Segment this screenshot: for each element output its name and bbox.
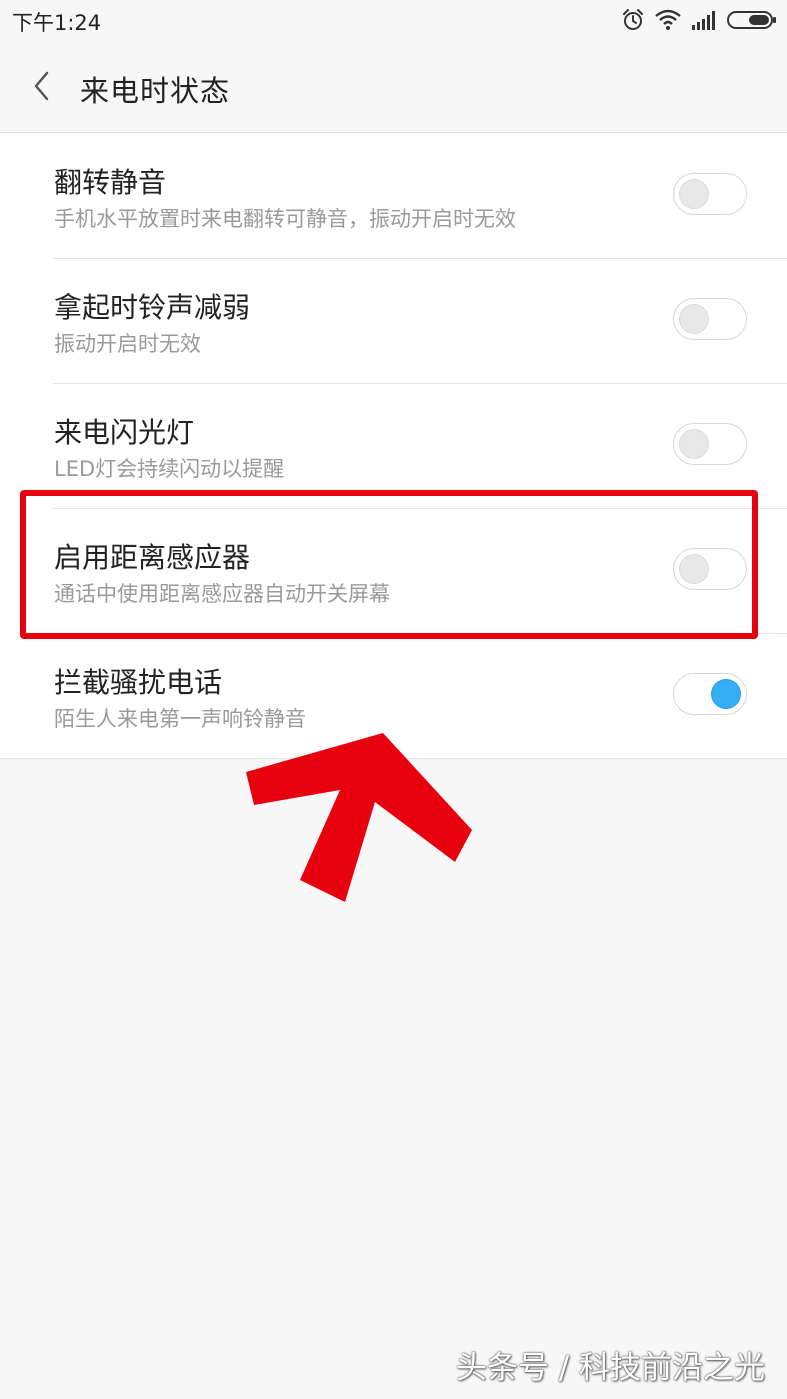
- highlight-box: [20, 490, 758, 639]
- setting-title: 拦截骚扰电话: [54, 666, 223, 699]
- flash-on-call-toggle[interactable]: [673, 423, 747, 465]
- status-icons: [621, 8, 777, 32]
- back-button[interactable]: [20, 66, 64, 110]
- status-bar: 下午1:24: [0, 0, 787, 40]
- watermark: 头条号 / 科技前沿之光: [455, 1350, 765, 1386]
- alarm-icon: [621, 8, 645, 32]
- toggle-knob: [679, 179, 709, 209]
- toggle-knob: [679, 304, 709, 334]
- setting-pickup-lower-ringtone[interactable]: 拿起时铃声减弱 振动开启时无效: [0, 258, 787, 383]
- setting-title: 来电闪光灯: [54, 416, 195, 449]
- settings-list: 翻转静音 手机水平放置时来电翻转可静音，振动开启时无效 拿起时铃声减弱 振动开启…: [0, 133, 787, 759]
- setting-title: 拿起时铃声减弱: [54, 291, 251, 324]
- wifi-icon: [655, 9, 681, 31]
- setting-subtitle: 陌生人来电第一声响铃静音: [54, 707, 306, 731]
- pickup-lower-ringtone-toggle[interactable]: [673, 298, 747, 340]
- status-time: 下午1:24: [12, 11, 102, 35]
- setting-subtitle: LED灯会持续闪动以提醒: [54, 457, 285, 481]
- setting-title: 翻转静音: [54, 166, 167, 199]
- toggle-knob: [711, 679, 741, 709]
- toggle-knob: [679, 429, 709, 459]
- setting-flip-to-mute[interactable]: 翻转静音 手机水平放置时来电翻转可静音，振动开启时无效: [0, 133, 787, 258]
- header: 来电时状态: [0, 40, 787, 133]
- chevron-left-icon: [32, 70, 52, 106]
- setting-subtitle: 振动开启时无效: [54, 332, 201, 356]
- flip-to-mute-toggle[interactable]: [673, 173, 747, 215]
- signal-icon: [691, 9, 717, 31]
- block-spam-calls-toggle[interactable]: [673, 673, 747, 715]
- red-arrow-icon: [240, 730, 480, 909]
- battery-icon: [727, 9, 777, 31]
- page-title: 来电时状态: [80, 74, 231, 108]
- setting-subtitle: 手机水平放置时来电翻转可静音，振动开启时无效: [54, 207, 516, 231]
